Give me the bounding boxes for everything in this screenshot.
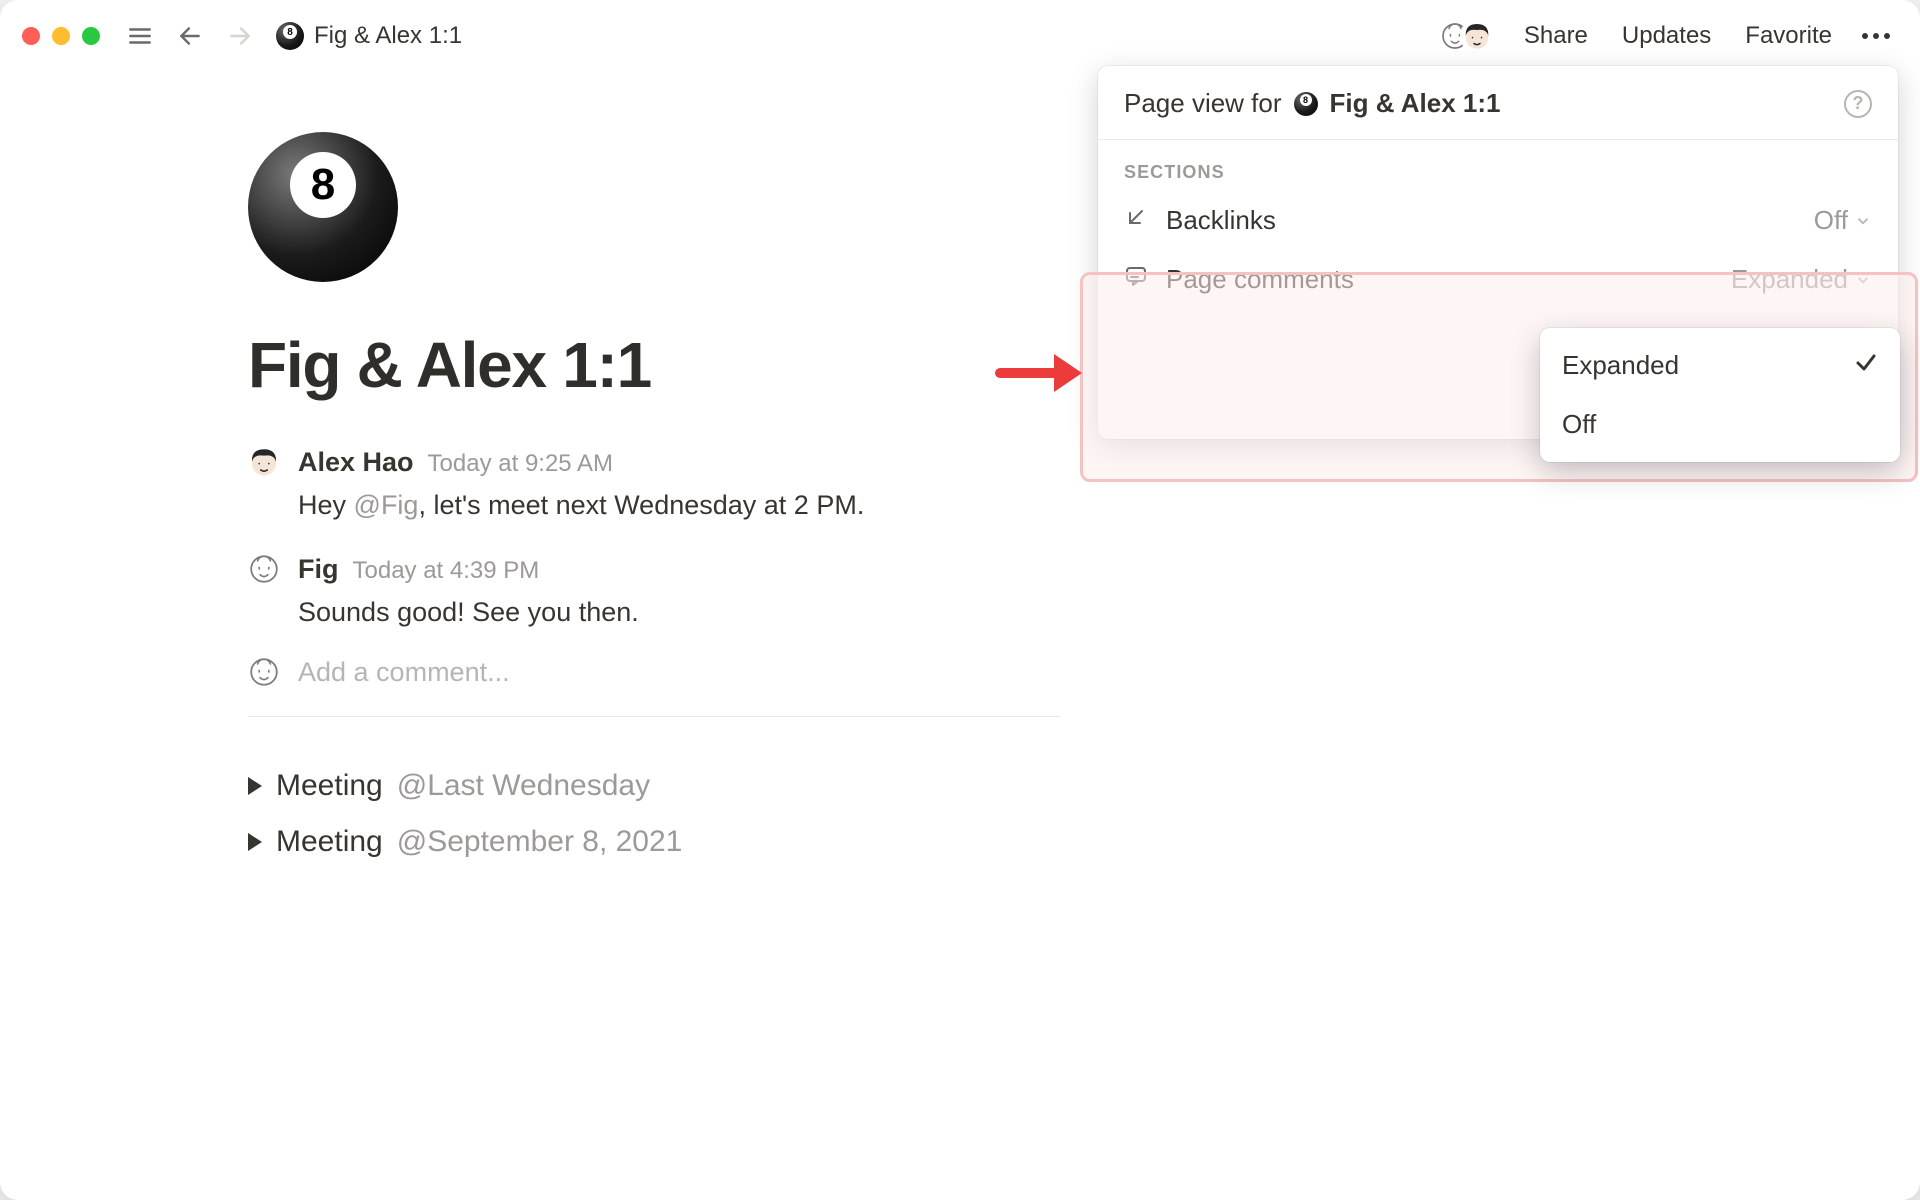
toggle-item[interactable]: Meeting @Last Wednesday (248, 769, 1060, 803)
option-label: Off (1562, 409, 1596, 440)
toggle-label: Meeting (276, 825, 383, 859)
check-icon (1854, 350, 1878, 381)
toggle-date: @Last Wednesday (397, 769, 650, 803)
panel-header: Page view for Fig & Alex 1:1 ? (1098, 66, 1898, 140)
window-controls (22, 27, 100, 45)
row-value: Off (1814, 205, 1872, 236)
avatar-alex (248, 446, 280, 478)
row-page-comments[interactable]: Page comments Expanded (1098, 250, 1898, 309)
row-label: Backlinks (1166, 205, 1796, 236)
eightball-icon (276, 22, 304, 50)
toggle-triangle-icon (248, 833, 262, 851)
comment: Alex Hao Today at 9:25 AM Hey @Fig, let'… (248, 442, 1060, 525)
divider (248, 716, 1060, 717)
eightball-icon (1294, 92, 1318, 116)
panel-page-name: Fig & Alex 1:1 (1330, 88, 1501, 119)
avatar-fig (248, 656, 280, 688)
backlinks-icon (1124, 205, 1148, 236)
comment-time: Today at 9:25 AM (428, 446, 613, 482)
toggle-label: Meeting (276, 769, 383, 803)
option-label: Expanded (1562, 350, 1679, 381)
page-title[interactable]: Fig & Alex 1:1 (248, 328, 1060, 402)
updates-button[interactable]: Updates (1610, 16, 1723, 56)
add-comment-placeholder: Add a comment... (298, 657, 510, 688)
tutorial-arrow-icon (994, 348, 1084, 403)
row-label: Page comments (1166, 264, 1713, 295)
avatar-fig (248, 553, 280, 585)
toggle-date: @September 8, 2021 (397, 825, 683, 859)
topbar: Fig & Alex 1:1 Share Updates Favorite (0, 0, 1920, 72)
comment-time: Today at 4:39 PM (353, 553, 540, 589)
avatar-alex (1460, 19, 1494, 53)
page-comments-submenu: Expanded Off (1540, 328, 1900, 462)
toggle-triangle-icon (248, 777, 262, 795)
row-value: Expanded (1731, 264, 1872, 295)
comment-text: Sounds good! See you then. (298, 592, 639, 633)
presence-avatars[interactable] (1438, 19, 1494, 53)
toggle-item[interactable]: Meeting @September 8, 2021 (248, 825, 1060, 859)
maximize-window-button[interactable] (82, 27, 100, 45)
chevron-down-icon (1854, 271, 1872, 289)
menu-icon[interactable] (120, 16, 160, 56)
comment: Fig Today at 4:39 PM Sounds good! See yo… (248, 549, 1060, 632)
mention[interactable]: @Fig (354, 490, 419, 520)
panel-section-label: SECTIONS (1098, 140, 1898, 191)
app-window: Fig & Alex 1:1 Share Updates Favorite Fi… (0, 0, 1920, 1200)
breadcrumb-title: Fig & Alex 1:1 (314, 22, 462, 50)
panel-lead: Page view for (1124, 88, 1282, 119)
breadcrumb[interactable]: Fig & Alex 1:1 (276, 22, 462, 50)
comment-text: Hey @Fig, let's meet next Wednesday at 2… (298, 485, 864, 526)
minimize-window-button[interactable] (52, 27, 70, 45)
share-button[interactable]: Share (1512, 16, 1600, 56)
submenu-option-off[interactable]: Off (1540, 395, 1900, 454)
close-window-button[interactable] (22, 27, 40, 45)
back-button[interactable] (170, 16, 210, 56)
help-icon[interactable]: ? (1844, 90, 1872, 118)
more-menu-button[interactable] (1854, 27, 1898, 45)
comment-author: Fig (298, 549, 339, 590)
chevron-down-icon (1854, 212, 1872, 230)
page-icon-eightball[interactable] (248, 132, 398, 282)
comment-author: Alex Hao (298, 442, 414, 483)
submenu-option-expanded[interactable]: Expanded (1540, 336, 1900, 395)
favorite-button[interactable]: Favorite (1733, 16, 1844, 56)
row-backlinks[interactable]: Backlinks Off (1098, 191, 1898, 250)
comment-icon (1124, 264, 1148, 295)
add-comment-row[interactable]: Add a comment... (248, 656, 1060, 688)
page-content: Fig & Alex 1:1 Alex Hao Today at 9:25 AM… (0, 72, 1060, 859)
forward-button (220, 16, 260, 56)
